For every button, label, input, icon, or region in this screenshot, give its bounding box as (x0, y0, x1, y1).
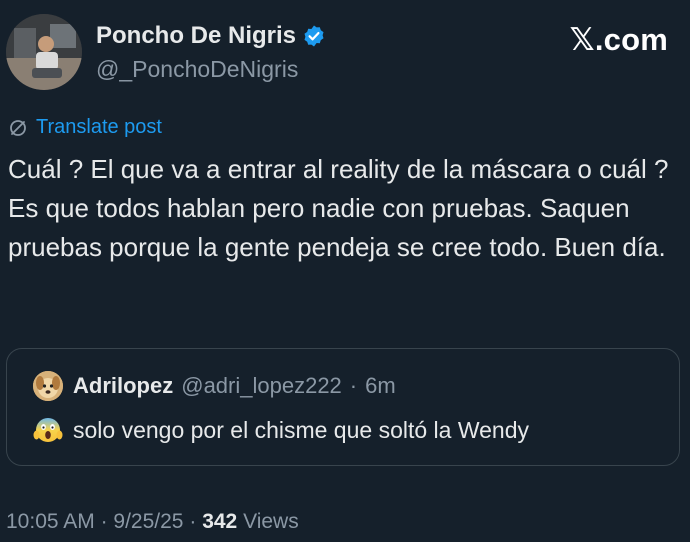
author-display-name-row[interactable]: Poncho De Nigris (96, 22, 326, 50)
quoted-separator: · (349, 373, 358, 398)
post-time[interactable]: 10:05 AM (6, 510, 95, 533)
quoted-post-text: solo vengo por el chisme que soltó la We… (73, 416, 530, 443)
verified-badge-icon (304, 25, 324, 47)
translate-icon (10, 119, 26, 136)
quoted-post-card[interactable]: Adrilopez @adri_lopez222 · 6m solo vengo… (6, 348, 680, 466)
author-avatar[interactable] (6, 14, 82, 90)
quoted-author-name[interactable]: Adrilopez (73, 373, 173, 399)
quoted-post-header: Adrilopez @adri_lopez222 · 6m (73, 373, 396, 399)
author-avatar-image (6, 14, 82, 90)
footer-separator: · (100, 510, 108, 533)
views-label: Views (243, 510, 299, 533)
author-display-name[interactable]: Poncho De Nigris (96, 22, 296, 50)
post-date[interactable]: 9/25/25 (113, 510, 183, 533)
quoted-timestamp[interactable]: 6m (365, 373, 396, 399)
quoted-avatar-image (33, 371, 63, 401)
face-screaming-in-fear-emoji (33, 418, 63, 442)
x-brand-logo: 𝕏.com (569, 22, 668, 57)
translate-post-link[interactable]: Translate post (8, 116, 162, 139)
post-text: Cuál ? El que va a entrar al reality de … (8, 154, 669, 262)
post-metadata: 10:05 AM · 9/25/25 · 342 Views (6, 510, 299, 534)
translate-post-label[interactable]: Translate post (36, 116, 162, 139)
footer-separator: · (189, 510, 197, 533)
quoted-author-avatar[interactable] (33, 371, 63, 401)
author-handle[interactable]: @_PonchoDeNigris (96, 56, 298, 83)
quoted-author-handle[interactable]: @adri_lopez222 (181, 373, 342, 399)
quoted-post-body: solo vengo por el chisme que soltó la We… (33, 415, 529, 445)
views-count[interactable]: 342 (202, 510, 237, 533)
